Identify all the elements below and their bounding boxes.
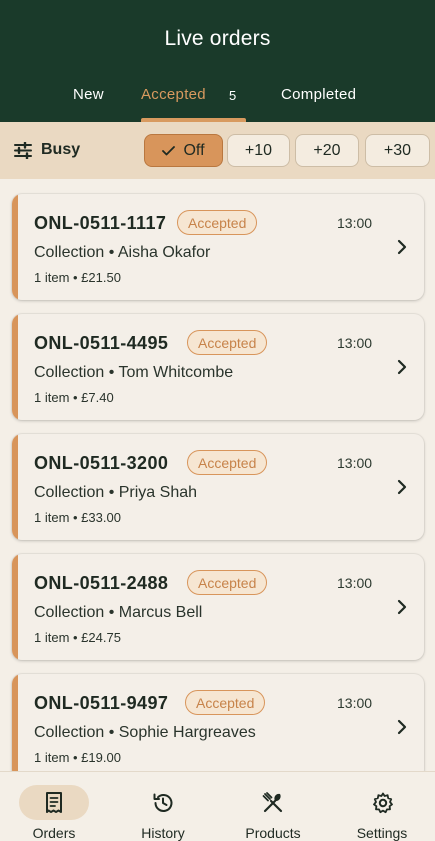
order-summary: 1 item • £7.40 — [34, 390, 114, 405]
order-summary: 1 item • £24.75 — [34, 630, 121, 645]
order-type-customer: Collection • Tom Whitcombe — [34, 364, 234, 381]
order-id: ONL-0511-4495 — [34, 333, 169, 353]
order-time: 13:00 — [337, 215, 373, 231]
busy-option-10[interactable]: +10 — [227, 134, 290, 167]
busy-label: Busy — [41, 141, 81, 158]
busy-option-off[interactable]: Off — [144, 134, 223, 167]
tab-completed[interactable]: Completed — [281, 86, 356, 103]
status-badge: Accepted — [187, 570, 268, 595]
nav-products-label[interactable]: Products — [223, 825, 323, 841]
order-summary: 1 item • £21.50 — [34, 270, 121, 285]
tab-accepted-count: 5 — [229, 88, 237, 103]
order-summary: 1 item • £33.00 — [34, 510, 121, 525]
chevron-right-icon — [397, 479, 407, 495]
history-icon[interactable] — [151, 791, 175, 815]
busy-option-20[interactable]: +20 — [295, 134, 359, 167]
nav-orders-label[interactable]: Orders — [4, 825, 104, 841]
check-icon — [162, 145, 176, 155]
order-time: 13:00 — [337, 695, 373, 711]
status-badge: Accepted — [185, 690, 266, 715]
status-badge: Accepted — [177, 210, 258, 235]
order-time: 13:00 — [337, 455, 373, 471]
busy-option-30[interactable]: +30 — [365, 134, 430, 167]
order-type-customer: Collection • Priya Shah — [34, 484, 198, 501]
order-type-customer: Collection • Marcus Bell — [34, 604, 203, 621]
chevron-right-icon — [397, 359, 407, 375]
order-type-customer: Collection • Sophie Hargreaves — [34, 724, 256, 741]
tab-accepted[interactable]: Accepted — [141, 86, 206, 103]
gear-icon[interactable] — [371, 791, 395, 815]
tab-new[interactable]: New — [73, 86, 104, 103]
order-time: 13:00 — [337, 335, 373, 351]
order-card[interactable]: ONL-0511-9497 Accepted 13:00 Collection … — [12, 674, 424, 780]
chevron-right-icon — [397, 239, 407, 255]
nav-settings-label[interactable]: Settings — [332, 825, 432, 841]
order-card[interactable]: ONL-0511-2488 Accepted 13:00 Collection … — [12, 554, 424, 660]
status-badge: Accepted — [187, 450, 268, 475]
order-type-customer: Collection • Aisha Okafor — [34, 244, 211, 261]
order-id: ONL-0511-1117 — [34, 213, 167, 233]
order-card[interactable]: ONL-0511-1117 Accepted 13:00 Collection … — [12, 194, 424, 300]
page-title: Live orders — [164, 27, 271, 50]
receipt-icon[interactable] — [43, 791, 65, 815]
order-id: ONL-0511-2488 — [34, 573, 169, 593]
order-id: ONL-0511-9497 — [34, 693, 169, 713]
busy-option-label: Off — [183, 141, 205, 159]
order-time: 13:00 — [337, 575, 373, 591]
order-id: ONL-0511-3200 — [34, 453, 169, 473]
chevron-right-icon — [397, 719, 407, 735]
app-header — [0, 0, 435, 122]
order-summary: 1 item • £19.00 — [34, 750, 121, 765]
utensils-icon[interactable] — [261, 791, 285, 815]
sliders-icon — [14, 142, 32, 159]
order-card[interactable]: ONL-0511-4495 Accepted 13:00 Collection … — [12, 314, 424, 420]
status-badge: Accepted — [187, 330, 268, 355]
chevron-right-icon — [397, 599, 407, 615]
order-card[interactable]: ONL-0511-3200 Accepted 13:00 Collection … — [12, 434, 424, 540]
nav-history-label[interactable]: History — [113, 825, 213, 841]
